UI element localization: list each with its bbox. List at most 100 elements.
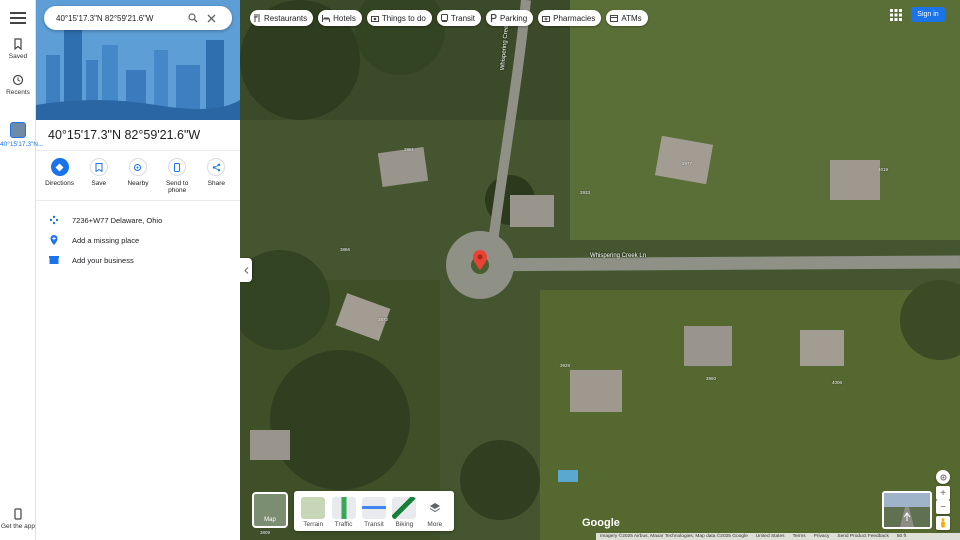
clear-search-button[interactable] <box>202 9 220 27</box>
my-location-icon <box>936 470 950 484</box>
chip-hotels[interactable]: Hotels <box>318 10 362 26</box>
apps-grid-icon[interactable] <box>890 9 902 21</box>
nearby-label: Nearby <box>127 180 149 187</box>
chip-label: Restaurants <box>264 13 308 23</box>
bike-icon <box>392 497 417 519</box>
traffic-icon <box>331 497 356 519</box>
plus-code-icon <box>49 215 59 225</box>
chip-label: Things to do <box>381 13 426 23</box>
rail-saved[interactable]: Saved <box>0 38 36 60</box>
category-chips: Restaurants Hotels Things to do Transit … <box>250 10 648 26</box>
layer-label: More <box>427 521 443 528</box>
chip-label: Transit <box>450 13 476 23</box>
chip-transit[interactable]: Transit <box>436 10 482 26</box>
add-missing-place-row[interactable]: Add a missing place <box>48 234 139 246</box>
chip-parking[interactable]: Parking <box>486 10 534 26</box>
layer-traffic[interactable]: Traffic <box>331 497 357 528</box>
satellite-map[interactable]: Whispering Creek Ln Whispering Creek Ln … <box>240 0 960 540</box>
house-number: 3960 <box>706 376 717 381</box>
street-view-pegman[interactable] <box>936 516 950 530</box>
add-business-row[interactable]: Add your business <box>48 254 134 266</box>
share-button[interactable]: Share <box>197 158 235 194</box>
plus-code-text: 7236+W77 Delaware, Ohio <box>72 215 163 225</box>
transit-icon <box>440 14 448 22</box>
scale-bar[interactable]: 50 ft <box>897 534 906 539</box>
nearby-button[interactable]: Nearby <box>119 158 157 194</box>
house-number: 3872 <box>378 317 389 322</box>
search-button[interactable] <box>184 9 202 27</box>
chip-restaurants[interactable]: Restaurants <box>250 10 314 26</box>
add-place-icon <box>50 235 58 245</box>
sign-in-button[interactable]: Sign in <box>911 7 945 22</box>
chip-label: ATMs <box>621 13 642 23</box>
place-panel: 40°15'17.3"N 82°59'21.6"W Directions Sav… <box>36 0 240 540</box>
left-rail: Saved Recents 40°15'17.3"N... Get the ap… <box>0 0 44 540</box>
layer-label: Traffic <box>334 521 353 528</box>
layer-label: Biking <box>395 521 414 528</box>
add-missing-place-text: Add a missing place <box>72 235 140 245</box>
close-icon <box>207 14 215 22</box>
transit-icon <box>361 497 386 519</box>
satellite-imagery <box>240 0 960 540</box>
house-number: 3977 <box>682 161 693 166</box>
street-view-thumbnail <box>884 493 930 527</box>
chip-atms[interactable]: ATMs <box>606 10 648 26</box>
directions-button[interactable]: Directions <box>41 158 79 194</box>
imagery-credit: Imagery ©2025 Airbus, Maxar Technologies… <box>600 534 748 539</box>
layer-biking[interactable]: Biking <box>391 497 417 528</box>
rail-saved-label: Saved <box>8 53 28 60</box>
chip-pharmacies[interactable]: Pharmacies <box>538 10 602 26</box>
map-footer: Imagery ©2025 Airbus, Maxar Technologies… <box>596 533 960 540</box>
location-pin-icon[interactable] <box>473 250 487 270</box>
rail-recents[interactable]: Recents <box>0 74 36 96</box>
business-icon <box>49 256 59 264</box>
google-logo: Google <box>582 517 620 529</box>
chip-things-to-do[interactable]: Things to do <box>366 10 432 26</box>
layers-stack-icon <box>423 497 447 519</box>
nearby-icon <box>128 158 147 176</box>
phone-icon <box>168 158 187 176</box>
rail-current-label: 40°15'17.3"N... <box>0 141 44 148</box>
country-link[interactable]: United States <box>756 534 785 539</box>
minus-icon: − <box>936 500 950 514</box>
plus-code-row[interactable]: 7236+W77 Delaware, Ohio <box>48 214 162 226</box>
street-view-preview[interactable] <box>882 491 932 529</box>
share-label: Share <box>207 180 226 187</box>
divider <box>36 200 240 201</box>
house-number: 3809 <box>260 530 271 535</box>
rail-get-app[interactable]: Get the app <box>0 508 36 530</box>
zoom-out-button[interactable]: − <box>936 500 950 514</box>
pharmacy-icon <box>542 15 551 22</box>
feedback-link[interactable]: Send Product Feedback <box>837 534 888 539</box>
place-thumbnail <box>10 122 26 138</box>
restaurant-icon <box>254 14 260 22</box>
layer-options: Terrain Traffic Transit Biking More <box>294 491 454 531</box>
search-box <box>44 6 232 30</box>
divider <box>36 150 240 151</box>
chip-label: Pharmacies <box>553 13 596 23</box>
add-business-text: Add your business <box>72 255 134 265</box>
layer-more[interactable]: More <box>422 497 448 528</box>
save-label: Save <box>91 180 107 187</box>
zoom-in-button[interactable]: + <box>936 486 950 500</box>
house-number: 4019 <box>878 167 889 172</box>
collapse-panel-button[interactable] <box>240 258 252 282</box>
layer-terrain[interactable]: Terrain <box>300 497 326 528</box>
bookmark-icon <box>89 158 108 176</box>
layer-transit[interactable]: Transit <box>361 497 387 528</box>
rail-current-place[interactable]: 40°15'17.3"N... <box>0 122 44 149</box>
layers-toggle-button[interactable]: Map <box>252 492 288 528</box>
history-icon <box>12 74 24 86</box>
search-input[interactable] <box>56 13 184 23</box>
privacy-link[interactable]: Privacy <box>814 534 830 539</box>
directions-label: Directions <box>45 180 75 187</box>
chevron-left-icon <box>243 266 248 274</box>
chip-label: Parking <box>500 13 528 23</box>
menu-icon[interactable] <box>10 10 26 26</box>
my-location-button[interactable] <box>936 470 950 484</box>
save-button[interactable]: Save <box>80 158 118 194</box>
terms-link[interactable]: Terms <box>793 534 806 539</box>
parking-icon <box>490 14 497 22</box>
house-number: 4006 <box>832 380 843 385</box>
send-to-phone-button[interactable]: Send to phone <box>158 158 196 194</box>
